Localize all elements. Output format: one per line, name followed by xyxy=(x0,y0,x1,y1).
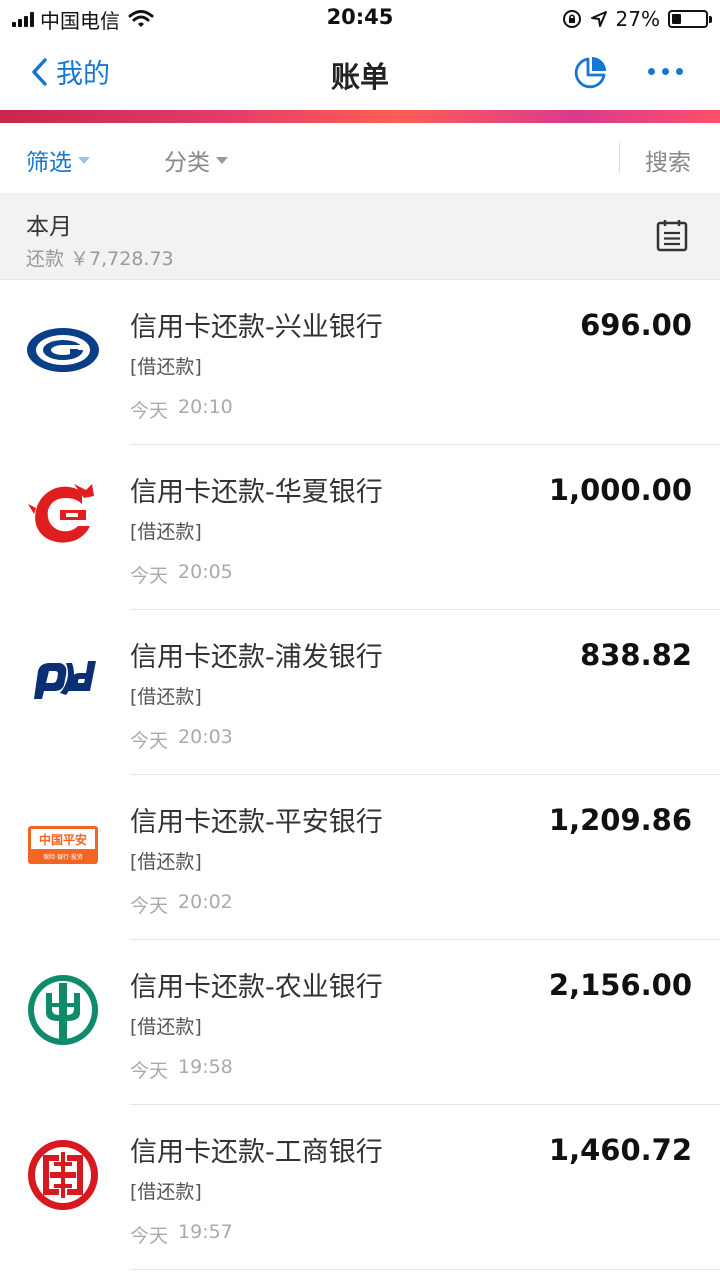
month-header: 本月 还款 ￥7,728.73 xyxy=(0,193,720,280)
transaction-time: 今天 20:05 xyxy=(130,561,233,588)
hua-xia-bank-logo xyxy=(28,484,94,543)
transaction-amount: 838.82 xyxy=(580,638,692,672)
transaction-row[interactable]: 信用卡还款-华夏银行 [借还款] 今天 20:05 1,000.00 xyxy=(0,445,720,610)
transaction-time: 今天 20:03 xyxy=(130,726,233,753)
transaction-clock: 20:02 xyxy=(178,891,233,913)
transaction-clock: 20:05 xyxy=(178,561,233,583)
more-icon[interactable] xyxy=(648,68,683,75)
cib-bank-logo xyxy=(27,328,99,372)
row-divider xyxy=(130,1269,720,1270)
transaction-name: 信用卡还款-浦发银行 xyxy=(130,642,383,673)
transaction-amount: 2,156.00 xyxy=(548,968,692,1002)
transaction-list: 信用卡还款-兴业银行 [借还款] 今天 20:10 696.00 信用卡还款-华… xyxy=(0,280,720,1270)
transaction-tag: [借还款] xyxy=(130,356,202,378)
transaction-time: 今天 19:57 xyxy=(130,1221,233,1248)
status-bar: 中国电信 20:45 27% xyxy=(0,0,720,38)
caret-down-icon xyxy=(78,156,90,164)
category-label: 分类 xyxy=(164,150,210,176)
transaction-day: 今天 xyxy=(130,1060,169,1082)
transaction-tag: [借还款] xyxy=(130,1181,202,1203)
transaction-row[interactable]: 信用卡还款-浦发银行 [借还款] 今天 20:03 838.82 xyxy=(0,610,720,775)
transaction-name: 信用卡还款-华夏银行 xyxy=(130,477,383,508)
month-summary: 还款 ￥7,728.73 xyxy=(26,244,174,271)
transaction-row[interactable]: 信用卡还款-农业银行 [借还款] 今天 19:58 2,156.00 xyxy=(0,940,720,1105)
transaction-tag: [借还款] xyxy=(130,521,202,543)
transaction-time: 今天 20:10 xyxy=(130,396,233,423)
ping-an-logo-text: 中国平安 xyxy=(39,832,87,847)
month-label: 本月 xyxy=(26,214,72,240)
transaction-row[interactable]: 信用卡还款-兴业银行 [借还款] 今天 20:10 696.00 xyxy=(0,280,720,445)
transaction-day: 今天 xyxy=(130,730,169,752)
pie-chart-icon[interactable] xyxy=(572,55,608,91)
location-icon xyxy=(590,11,607,27)
transaction-day: 今天 xyxy=(130,400,169,422)
transaction-amount: 1,209.86 xyxy=(548,803,692,837)
filter-bar: 筛选 分类 搜索 xyxy=(0,123,720,194)
transaction-amount: 1,460.72 xyxy=(548,1133,692,1167)
filter-label: 筛选 xyxy=(26,150,72,176)
battery-icon xyxy=(668,10,712,28)
summary-label: 还款 xyxy=(26,248,65,270)
nav-bar: 我的 账单 xyxy=(0,38,720,110)
status-right: 27% xyxy=(562,6,712,32)
icbc-bank-logo xyxy=(28,1140,98,1210)
ping-an-bank-logo: 中国平安 保险·银行·投资 xyxy=(28,826,98,864)
transaction-amount: 1,000.00 xyxy=(548,473,692,507)
banner-strip[interactable] xyxy=(0,110,720,123)
transaction-time: 今天 19:58 xyxy=(130,1056,233,1083)
divider xyxy=(619,143,620,173)
transaction-time: 今天 20:02 xyxy=(130,891,233,918)
page-title: 账单 xyxy=(330,60,389,94)
battery-fill xyxy=(672,14,681,24)
transaction-day: 今天 xyxy=(130,895,169,917)
transaction-name: 信用卡还款-工商银行 xyxy=(130,1137,383,1168)
spd-bank-logo xyxy=(34,661,96,699)
abc-bank-logo xyxy=(28,975,98,1045)
transaction-name: 信用卡还款-平安银行 xyxy=(130,807,383,838)
ping-an-logo-subtext: 保险·银行·投资 xyxy=(43,853,83,861)
battery-percent: 27% xyxy=(615,7,660,31)
transaction-clock: 19:58 xyxy=(178,1056,233,1078)
transaction-tag: [借还款] xyxy=(130,1016,202,1038)
transaction-day: 今天 xyxy=(130,565,169,587)
filter-dropdown[interactable]: 筛选 xyxy=(26,143,90,177)
transaction-clock: 19:57 xyxy=(178,1221,233,1243)
rotation-lock-icon xyxy=(562,10,581,28)
transaction-amount: 696.00 xyxy=(580,308,692,342)
search-button[interactable]: 搜索 xyxy=(645,143,691,177)
calendar-icon[interactable] xyxy=(655,218,689,252)
transaction-day: 今天 xyxy=(130,1225,169,1247)
transaction-tag: [借还款] xyxy=(130,686,202,708)
transaction-row[interactable]: 信用卡还款-工商银行 [借还款] 今天 19:57 1,460.72 xyxy=(0,1105,720,1270)
summary-amount: ￥7,728.73 xyxy=(70,248,174,270)
transaction-clock: 20:10 xyxy=(178,396,233,418)
transaction-clock: 20:03 xyxy=(178,726,233,748)
transaction-name: 信用卡还款-农业银行 xyxy=(130,972,383,1003)
transaction-name: 信用卡还款-兴业银行 xyxy=(130,312,383,343)
caret-down-icon xyxy=(216,156,228,164)
category-dropdown[interactable]: 分类 xyxy=(164,143,228,177)
transaction-tag: [借还款] xyxy=(130,851,202,873)
transaction-row[interactable]: 中国平安 保险·银行·投资 信用卡还款-平安银行 [借还款] 今天 20:02 … xyxy=(0,775,720,940)
